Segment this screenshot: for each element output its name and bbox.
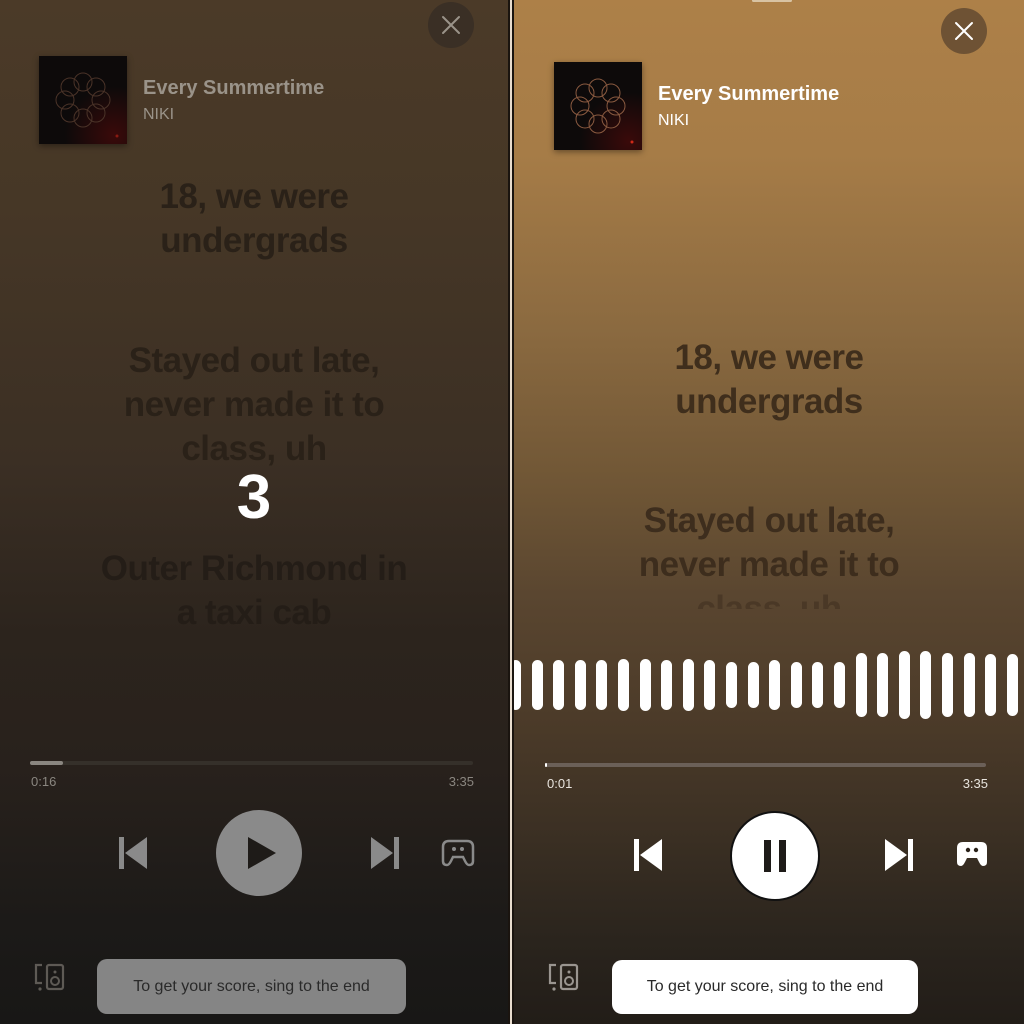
- skip-next-icon: [371, 837, 399, 869]
- lyric-line: undergrads: [675, 382, 863, 421]
- album-art: [554, 62, 642, 150]
- connect-devices-button[interactable]: [30, 962, 70, 994]
- close-icon: [442, 16, 460, 34]
- close-button[interactable]: [428, 2, 474, 48]
- album-ring-graphic: [570, 78, 634, 144]
- left-screen-countdown: Every Summertime NIKI 18, we were underg…: [0, 0, 508, 1024]
- voice-level-bar: [726, 661, 737, 709]
- progress-fill: [545, 763, 548, 767]
- close-icon: [955, 22, 973, 40]
- voice-level-bar: [942, 652, 953, 718]
- artist-name: NIKI: [658, 112, 690, 129]
- voice-level-bar: [769, 660, 781, 710]
- voice-level-bar: [834, 661, 845, 709]
- lyric-line: Stayed out late,: [128, 341, 380, 380]
- lyric-line: 18, we were: [674, 338, 864, 377]
- voice-level-bar: [682, 658, 694, 712]
- score-hint-toast: To get your score, sing to the end: [612, 960, 918, 1014]
- progress-fill: [30, 761, 63, 765]
- song-title: Every Summertime: [658, 83, 840, 105]
- voice-level-bar: [553, 660, 565, 710]
- album-art: [39, 56, 127, 144]
- voice-level-bar: [661, 660, 673, 710]
- lyric-line: a taxi cab: [176, 593, 332, 632]
- voice-level-bar: [790, 661, 802, 709]
- skip-next-icon: [885, 839, 913, 871]
- voice-level-bar: [704, 660, 716, 710]
- progress-bar[interactable]: [545, 763, 986, 767]
- connect-devices-icon: [548, 963, 579, 991]
- connect-devices-icon: [34, 963, 65, 991]
- lyric-line: Stayed out late,: [643, 501, 895, 540]
- album-ring-graphic: [55, 72, 119, 138]
- skip-previous-icon: [634, 839, 662, 871]
- voice-level-bar: [596, 660, 608, 710]
- elapsed-time: 0:16: [31, 774, 57, 789]
- voice-level-bar: [985, 654, 997, 716]
- lyric-line: undergrads: [160, 221, 348, 260]
- voice-level-bar: [574, 660, 586, 710]
- voice-level-meter: [514, 640, 1024, 730]
- lyric-line: never made it to: [638, 545, 900, 584]
- duration-time: 3:35: [448, 774, 474, 789]
- voice-level-bar: [963, 652, 975, 718]
- skip-previous-icon: [119, 837, 147, 869]
- pause-button[interactable]: [730, 811, 820, 901]
- progress-bar[interactable]: [30, 761, 473, 765]
- voice-level-bar: [531, 660, 543, 710]
- game-mode-button[interactable]: [954, 838, 990, 870]
- next-button[interactable]: [881, 836, 917, 874]
- connect-devices-button[interactable]: [544, 962, 584, 994]
- play-icon: [247, 837, 276, 869]
- voice-level-bar: [920, 650, 932, 720]
- game-mode-button[interactable]: [440, 837, 476, 869]
- lyric-line: Outer Richmond in: [100, 549, 408, 588]
- voice-level-bar: [812, 661, 824, 709]
- score-hint-toast: To get your score, sing to the end: [97, 959, 406, 1014]
- song-title: Every Summertime: [143, 77, 325, 99]
- lyric-line: class, uh: [696, 589, 842, 609]
- right-screen-playing: Every Summertime NIKI 18, we were underg…: [514, 0, 1024, 1024]
- voice-level-bar: [618, 658, 629, 712]
- elapsed-time: 0:01: [547, 776, 573, 791]
- next-button[interactable]: [367, 833, 403, 873]
- lyric-line: 18, we were: [159, 177, 349, 216]
- countdown-number: 3: [236, 463, 272, 532]
- play-button[interactable]: [216, 810, 302, 896]
- voice-level-bar: [747, 661, 759, 709]
- lyric-line: never made it to: [123, 385, 385, 424]
- close-button[interactable]: [941, 8, 987, 54]
- artist-name: NIKI: [143, 106, 175, 123]
- voice-level-bar: [1006, 654, 1018, 716]
- voice-level-bar: [898, 650, 910, 720]
- drag-handle[interactable]: [752, 0, 792, 2]
- voice-level-bar: [514, 660, 521, 710]
- voice-level-bar: [639, 658, 651, 712]
- voice-level-bar: [877, 652, 889, 718]
- previous-button[interactable]: [630, 836, 666, 874]
- previous-button[interactable]: [115, 833, 151, 873]
- gamepad-icon: [957, 842, 987, 866]
- pause-icon: [764, 840, 786, 872]
- voice-level-bar: [855, 652, 867, 718]
- gamepad-icon: [441, 839, 475, 867]
- duration-time: 3:35: [962, 776, 988, 791]
